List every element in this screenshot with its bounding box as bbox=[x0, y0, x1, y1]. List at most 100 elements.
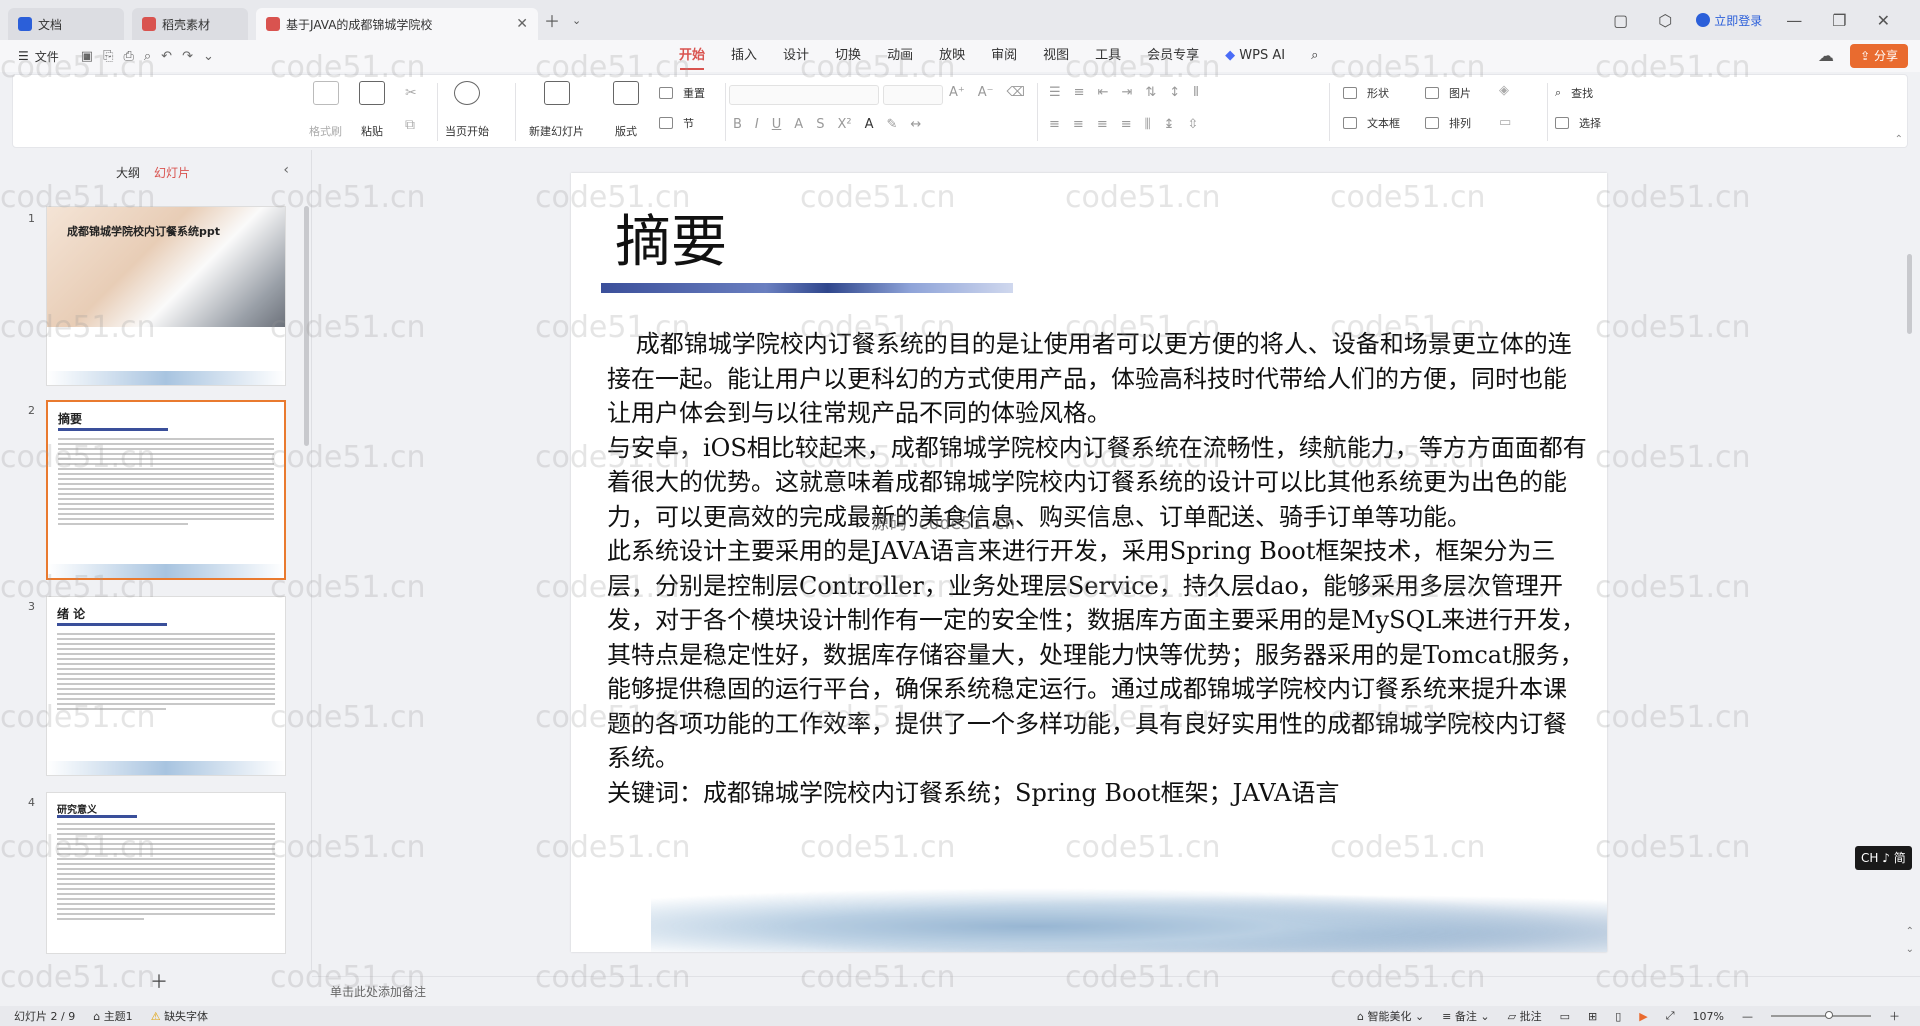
line-spacing-icon[interactable]: ↨ bbox=[1164, 117, 1175, 132]
tab-tools[interactable]: 工具 bbox=[1082, 40, 1134, 72]
reset-button[interactable]: 重置 bbox=[659, 85, 705, 101]
from-current-slide-button[interactable]: 当页开始 bbox=[445, 81, 489, 139]
sort-icon[interactable]: ↕ bbox=[1169, 85, 1180, 100]
share-button[interactable]: ⇪ 分享 bbox=[1850, 44, 1908, 68]
picture-button[interactable]: 图片 bbox=[1425, 85, 1471, 101]
tab-docer-materials[interactable]: 稻壳素材 bbox=[132, 8, 248, 40]
redo-icon[interactable]: ↷ bbox=[182, 49, 193, 64]
window-layout-icon[interactable]: ▢ bbox=[1607, 11, 1634, 30]
tab-documents[interactable]: 文档 bbox=[8, 8, 124, 40]
zoom-level[interactable]: 107% bbox=[1693, 1010, 1724, 1023]
strikethrough-icon[interactable]: A bbox=[794, 117, 803, 132]
copy-icon[interactable]: ⧉ bbox=[405, 117, 415, 133]
new-tab-button[interactable]: ＋ bbox=[538, 8, 566, 32]
shape-button[interactable]: 形状 bbox=[1343, 85, 1389, 101]
tab-slideshow[interactable]: 放映 bbox=[926, 40, 978, 72]
columns-icon[interactable]: ⫴ bbox=[1193, 85, 1198, 100]
reading-view-icon[interactable]: ▯ bbox=[1615, 1010, 1621, 1023]
notes-toggle-button[interactable]: ≡ 备注 ⌄ bbox=[1442, 1008, 1489, 1024]
italic-icon[interactable]: I bbox=[755, 117, 759, 132]
char-spacing-icon[interactable]: ↔ bbox=[910, 117, 921, 132]
new-slide-button[interactable]: 新建幻灯片 bbox=[529, 81, 584, 139]
tab-view[interactable]: 视图 bbox=[1030, 40, 1082, 72]
increase-font-icon[interactable]: A⁺ bbox=[949, 85, 965, 100]
scroll-down-icon[interactable]: ⌄ bbox=[1906, 944, 1914, 955]
highlight-icon[interactable]: ✎ bbox=[886, 117, 897, 132]
distribute-icon[interactable]: ⫼ bbox=[1145, 117, 1151, 132]
zoom-out-icon[interactable]: — bbox=[1742, 1010, 1753, 1023]
select-button[interactable]: 选择 bbox=[1555, 115, 1601, 131]
more-chevron-icon[interactable]: ⌄ bbox=[203, 49, 214, 64]
increase-indent-icon[interactable]: ⇥ bbox=[1121, 85, 1132, 100]
login-button[interactable]: 立即登录 bbox=[1696, 12, 1762, 29]
sorter-view-icon[interactable]: ⊞ bbox=[1588, 1010, 1597, 1023]
export-icon[interactable]: ⎘ bbox=[103, 49, 113, 64]
decrease-font-icon[interactable]: A⁻ bbox=[978, 85, 994, 100]
print-preview-icon[interactable]: ⌕ bbox=[144, 49, 151, 64]
zoom-slider[interactable] bbox=[1771, 1011, 1871, 1019]
outline-icon[interactable]: ▭ bbox=[1499, 115, 1511, 130]
tab-outline[interactable]: 大纲 bbox=[116, 164, 140, 181]
add-slide-button[interactable]: ＋ bbox=[150, 968, 168, 994]
format-painter-button[interactable]: 格式刷 bbox=[309, 81, 342, 139]
cloud-sync-icon[interactable]: ☁ bbox=[1812, 46, 1840, 65]
slide-canvas[interactable]: 摘要 成都锦城学院校内订餐系统的目的是让使用者可以更方便的将人、设备和场景更立体… bbox=[571, 173, 1607, 952]
align-center-icon[interactable]: ≡ bbox=[1073, 117, 1084, 132]
tab-member[interactable]: 会员专享 bbox=[1134, 40, 1212, 72]
align-left-icon[interactable]: ≡ bbox=[1049, 117, 1060, 132]
justify-icon[interactable]: ≡ bbox=[1121, 117, 1132, 132]
tab-review[interactable]: 审阅 bbox=[978, 40, 1030, 72]
undo-icon[interactable]: ↶ bbox=[161, 49, 172, 64]
close-tab-icon[interactable]: ✕ bbox=[516, 16, 528, 32]
tab-current-presentation[interactable]: 基于JAVA的成都锦城学院校 ✕ bbox=[256, 8, 538, 40]
slide-body-textbox[interactable]: 成都锦城学院校内订餐系统的目的是让使用者可以更方便的将人、设备和场景更立体的连接… bbox=[607, 327, 1589, 810]
bullets-icon[interactable]: ☰ bbox=[1049, 85, 1061, 100]
slide-thumbnail-4[interactable]: 研究意义 bbox=[46, 792, 286, 954]
numbering-icon[interactable]: ≡ bbox=[1074, 85, 1085, 100]
fill-icon[interactable]: ◈ bbox=[1499, 83, 1509, 98]
text-direction-icon[interactable]: ⇅ bbox=[1145, 85, 1156, 100]
slideshow-play-icon[interactable]: ▶ bbox=[1639, 1010, 1647, 1023]
scroll-up-icon[interactable]: ⌃ bbox=[1906, 926, 1914, 937]
bold-icon[interactable]: B bbox=[733, 117, 742, 132]
thumbnail-scrollbar[interactable] bbox=[304, 206, 309, 446]
restore-icon[interactable]: ❐ bbox=[1826, 11, 1852, 30]
clear-format-icon[interactable]: ⌫ bbox=[1007, 85, 1025, 100]
align-right-icon[interactable]: ≡ bbox=[1097, 117, 1108, 132]
tab-transitions[interactable]: 切换 bbox=[822, 40, 874, 72]
theme-button[interactable]: ⌂ 主题1 bbox=[93, 1008, 132, 1024]
smart-beautify-button[interactable]: ⌂ 智能美化 ⌄ bbox=[1357, 1008, 1424, 1024]
font-name-select[interactable] bbox=[729, 85, 879, 105]
cube-icon[interactable]: ⬡ bbox=[1652, 11, 1678, 30]
close-window-icon[interactable]: ✕ bbox=[1871, 11, 1896, 30]
decrease-indent-icon[interactable]: ⇤ bbox=[1098, 85, 1109, 100]
tab-design[interactable]: 设计 bbox=[770, 40, 822, 72]
save-icon[interactable]: ▣ bbox=[81, 49, 93, 64]
underline-icon[interactable]: U bbox=[772, 117, 782, 132]
font-size-select[interactable] bbox=[883, 85, 943, 105]
cut-icon[interactable]: ✂ bbox=[405, 85, 417, 101]
layout-button[interactable]: 版式 bbox=[613, 81, 639, 139]
collapse-panel-icon[interactable]: ‹ bbox=[283, 162, 289, 178]
normal-view-icon[interactable]: ▭ bbox=[1560, 1010, 1570, 1023]
superscript-icon[interactable]: X² bbox=[837, 117, 851, 132]
tab-home[interactable]: 开始 bbox=[666, 40, 718, 72]
paste-button[interactable]: 粘贴 bbox=[359, 81, 385, 139]
missing-font-button[interactable]: ⚠ 缺失字体 bbox=[151, 1008, 208, 1024]
find-button[interactable]: ⌕ 查找 bbox=[1555, 85, 1593, 101]
slide-thumbnail-1[interactable]: 成都锦城学院校内订餐系统ppt bbox=[46, 206, 286, 386]
paragraph-spacing-icon[interactable]: ⇳ bbox=[1188, 117, 1199, 132]
zoom-in-icon[interactable]: ＋ bbox=[1889, 1008, 1900, 1024]
ime-indicator[interactable]: CH ♪ 简 bbox=[1855, 846, 1912, 870]
tab-animations[interactable]: 动画 bbox=[874, 40, 926, 72]
tab-insert[interactable]: 插入 bbox=[718, 40, 770, 72]
tab-slides[interactable]: 幻灯片 bbox=[154, 164, 190, 181]
tab-list-chevron-icon[interactable]: ⌄ bbox=[566, 14, 587, 27]
zoom-slider-knob[interactable] bbox=[1825, 1011, 1833, 1019]
slide-scrollbar[interactable] bbox=[1907, 254, 1912, 334]
arrange-button[interactable]: 排列 bbox=[1425, 115, 1471, 131]
section-button[interactable]: 节 bbox=[659, 115, 694, 131]
file-menu[interactable]: ☰ 文件 bbox=[0, 48, 59, 65]
fit-window-icon[interactable]: ⤢ bbox=[1666, 1009, 1675, 1023]
slide-thumbnail-2[interactable]: 摘要 bbox=[46, 400, 286, 580]
